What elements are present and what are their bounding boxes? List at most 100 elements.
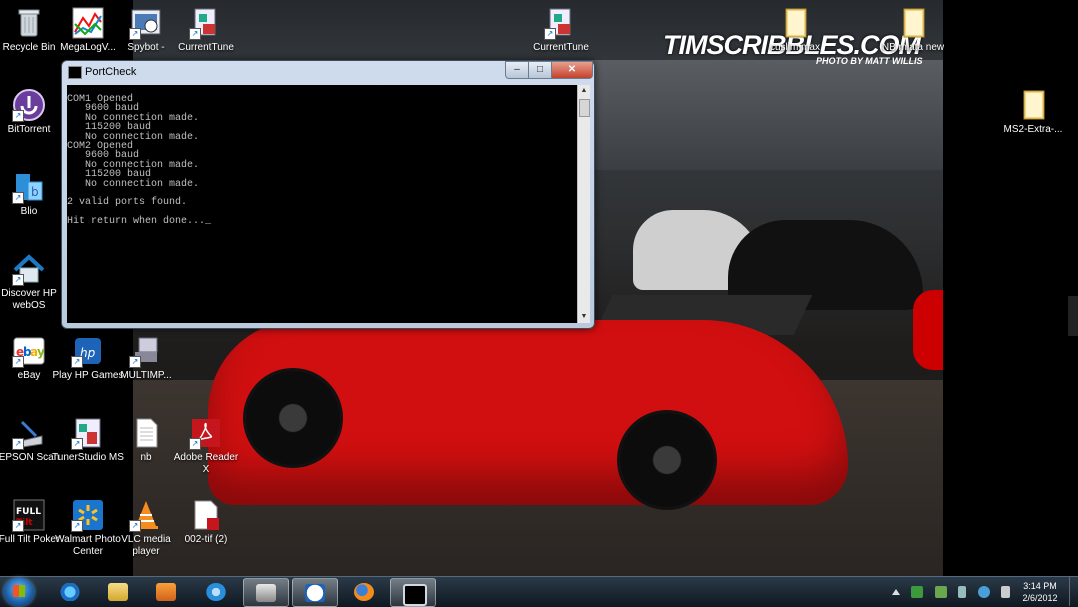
desktop-icon-label: CurrentTune [533,42,589,53]
shortcut-arrow-icon: ↗ [71,438,83,450]
desktop-icon-currenttune-2[interactable]: ↗ CurrentTune [525,6,597,54]
desktop-icon-label: CurrentTune [178,42,234,53]
show-desktop-button[interactable] [1069,577,1078,606]
vertical-scrollbar[interactable]: ▲ ▼ [577,85,590,323]
taskbar-browser-orb[interactable] [194,578,238,605]
shortcut-arrow-icon: ↗ [12,274,24,286]
scroll-down-icon[interactable]: ▼ [578,311,590,323]
walmart-icon: ↗ [71,498,105,532]
folder-icon [778,6,812,40]
system-tray [892,583,1017,601]
taskbar-console[interactable] [390,578,436,607]
clock-time: 3:14 PM [1023,581,1057,591]
shortcut-arrow-icon: ↗ [12,356,24,368]
desktop-icon-label: BitTorrent [7,124,51,135]
wallpaper-credit: PHOTO BY MATT WILLIS [816,56,923,66]
ebay-icon: ebay ↗ [12,334,46,368]
recycle-bin-icon [12,6,46,40]
clock-date: 2/6/2012 [1022,593,1058,603]
desktop-icon-label: 002-tif (2) [184,534,228,545]
maximize-button[interactable]: □ [528,61,552,79]
tune-file-icon: ↗ [544,6,578,40]
show-hidden-icons-icon[interactable] [892,588,900,595]
volume-icon[interactable] [1001,585,1011,598]
hp-games-icon: hp ↗ [71,334,105,368]
shortcut-arrow-icon: ↗ [12,520,24,532]
close-button[interactable]: ✕ [551,61,593,79]
shortcut-arrow-icon: ↗ [12,110,24,122]
console-output[interactable]: COM1 Opened 9600 baud No connection made… [67,85,577,323]
folder-icon [896,6,930,40]
start-button[interactable] [4,578,34,606]
pdf-file-icon [189,498,223,532]
wifi-icon[interactable] [977,585,990,598]
svg-text:y: y [37,345,45,359]
chart-app-icon [71,6,105,40]
svg-text:b: b [31,185,39,199]
svg-text:FULL: FULL [16,507,41,517]
portcheck-window[interactable]: PortCheck – □ ✕ COM1 Opened 9600 baud No… [61,60,595,329]
media-player-icon [156,583,176,601]
system-clock[interactable]: 3:14 PM 2/6/2012 [1012,580,1068,604]
shortcut-arrow-icon: ↗ [189,28,201,40]
wallpaper-wheel-rear [243,368,343,468]
spybot-icon: ↗ [129,6,163,40]
home-icon: ↗ [12,252,46,286]
taskbar-windows-explorer[interactable] [96,578,140,605]
desktop-icon-blio[interactable]: b ↗ Blio [0,170,65,218]
scanner-icon: ↗ [12,416,46,450]
taskbar-firefox[interactable] [342,578,386,605]
desktop-icon-label: Blio [20,206,38,217]
desktop-icon-label: Discover HP webOS [1,288,57,311]
firefox-icon [354,583,374,601]
action-center-icon[interactable] [934,585,947,598]
battery-icon[interactable] [958,585,967,598]
multimp-icon: ↗ [129,334,163,368]
adobe-reader-icon: ↗ [189,416,223,450]
bittorrent-icon: ↗ [12,88,46,122]
shortcut-arrow-icon: ↗ [12,192,24,204]
browser-orb-icon [206,583,226,601]
hp-icon [305,584,325,602]
taskbar-printer[interactable] [243,578,289,607]
desktop-icon-adobe-reader[interactable]: ↗ Adobe Reader X [170,416,242,476]
edge-scroll-handle [1068,296,1078,336]
taskbar-internet-explorer[interactable] [48,578,92,605]
shortcut-arrow-icon: ↗ [12,438,24,450]
text-file-icon [129,416,163,450]
desktop-icon-002-tif[interactable]: 002-tif (2) [170,498,242,546]
taskbar-media-player[interactable] [144,578,188,605]
internet-explorer-icon [60,583,80,601]
scrollbar-thumb[interactable] [579,99,590,117]
tunerstudio-icon: ↗ [71,416,105,450]
desktop-icon-currenttune-1[interactable]: ↗ CurrentTune [170,6,242,54]
taskbar: 3:14 PM 2/6/2012 [0,576,1078,607]
network-icon[interactable] [911,585,924,598]
shortcut-arrow-icon: ↗ [71,356,83,368]
desktop-icon-discover-hp-webos[interactable]: ↗ Discover HP webOS [0,252,65,312]
shortcut-arrow-icon: ↗ [129,520,141,532]
window-title: PortCheck [85,66,137,78]
printer-icon [256,584,276,602]
full-tilt-icon: FULL Tilt ↗ [12,498,46,532]
taskbar-hp[interactable] [292,578,338,607]
windows-logo-icon [13,585,25,597]
desktop-icon-label: MS2-Extra-... [1003,124,1063,135]
desktop-icon-nb-miata-new[interactable]: NB miata new [877,6,949,54]
console-icon [403,584,427,606]
folder-icon [108,583,128,601]
desktop-icon-multimp[interactable]: ↗ MULTIMP... [110,334,182,382]
shortcut-arrow-icon: ↗ [129,28,141,40]
window-titlebar[interactable]: PortCheck – □ ✕ [62,61,594,83]
scroll-up-icon[interactable]: ▲ [578,85,590,97]
console-text: COM1 Opened 9600 baud No connection made… [67,94,212,228]
desktop-icon-ms2-extra[interactable]: MS2-Extra-... [997,88,1069,136]
desktop-icon-cuslim-max[interactable]: cuslim max [759,6,831,54]
minimize-button[interactable]: – [505,61,529,79]
desktop-icon-bittorrent[interactable]: ↗ BitTorrent [0,88,65,136]
shortcut-arrow-icon: ↗ [71,520,83,532]
desktop-icon-label: MULTIMP... [120,370,172,381]
desktop-icon-label: Adobe Reader X [173,452,239,475]
vlc-cone-icon: ↗ [129,498,163,532]
console-icon [68,66,82,79]
